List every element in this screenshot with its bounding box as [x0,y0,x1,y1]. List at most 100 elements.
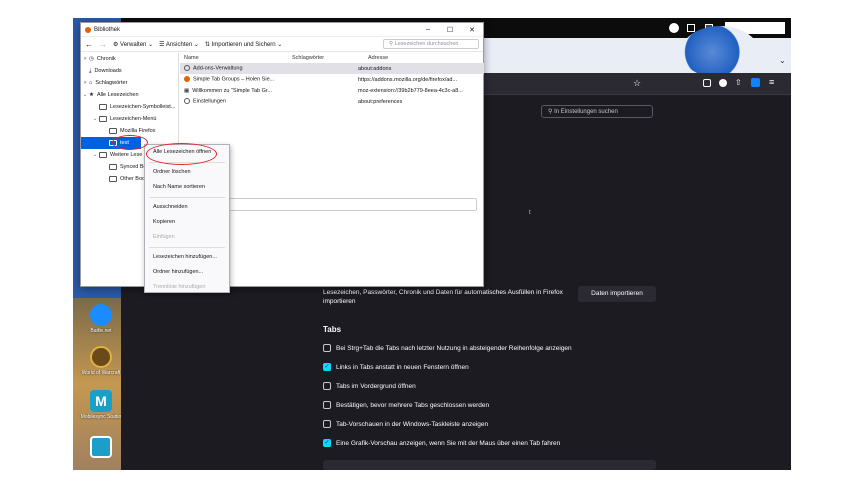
desktop-icon-battlenet[interactable]: Battle.net [77,304,125,334]
option-label: Tab-Vorschauen in der Windows-Taskleiste… [336,420,489,428]
menu-copy[interactable]: Kopieren [145,215,229,230]
option-hover-preview[interactable]: ✓ Eine Grafik-Vorschau anzeigen, wenn Sie… [323,437,560,449]
annotation-circle-open-all [146,143,217,165]
folder-icon [99,152,107,158]
column-address[interactable]: Adresse [354,55,480,61]
share-icon[interactable]: ⇧ [735,78,742,87]
tree-item-downloads[interactable]: ⤓ Downloads [81,65,178,77]
desktop-icon-app[interactable] [77,436,125,458]
tree-item-history[interactable]: > ◷ Chronik [81,53,178,65]
desktop-icon-label: World of Warcraft [81,370,121,376]
extension-icon[interactable] [719,79,727,87]
import-description: Lesezeichen, Passwörter, Chronik und Dat… [323,289,563,305]
row-name: Simple Tab Groups – Holen Sie... [193,76,275,83]
annotation-circle-test [112,135,148,150]
clock-icon: ◷ [89,56,94,62]
menu-delete-folder[interactable]: Ordner löschen [145,165,229,180]
desktop-icon-label: Battle.net [90,328,112,334]
folder-icon [109,176,117,182]
twisty[interactable]: > [81,80,89,86]
menu-folder-icon [99,116,107,122]
row-url: about:addons [358,65,392,72]
bookmark-star-icon[interactable]: ☆ [633,78,641,89]
addon-badge-icon[interactable] [751,78,760,87]
checkbox[interactable] [323,382,331,390]
twisty[interactable]: ⌄ [81,92,89,98]
library-toolbar: ← → ⚙ Verwalten ⌄ ☰ Ansichten ⌄ ⇅ Import… [81,37,483,52]
menu-icon[interactable]: ≡ [769,77,774,87]
settings-bottom-element [323,460,656,470]
table-row[interactable]: Add-ons-Verwaltung about:addons [180,63,484,74]
tree-item-all-bookmarks[interactable]: ⌄ ★ Alle Lesezeichen [81,89,178,101]
option-links-in-tabs[interactable]: ✓ Links in Tabs anstatt in neuen Fenstern… [323,361,469,373]
minimize-button[interactable]: – [417,26,439,34]
option-ctrl-tab[interactable]: Bei Strg+Tab die Tabs nach letzter Nutzu… [323,342,572,354]
import-data-button[interactable]: Daten importieren [578,286,656,302]
row-url: moz-extension://39b2b779-8eea-4c3c-a8... [358,87,463,94]
wow-icon [90,346,112,368]
tree-item-bookmarks-menu[interactable]: ⌄ Lesezeichen-Menü [81,113,178,125]
import-backup-menu[interactable]: ⇅ Importieren und Sichern ⌄ [205,41,282,48]
twisty[interactable]: ⌄ [91,116,99,122]
tab-overview-icon[interactable] [687,24,695,32]
tab-dropdown-icon[interactable]: ⌄ [779,56,786,65]
maximize-button[interactable]: ☐ [439,26,461,34]
twisty[interactable]: > [81,56,89,62]
option-label: Links in Tabs anstatt in neuen Fenstern … [336,363,469,371]
checkbox[interactable] [323,344,331,352]
tree-item-tags[interactable]: > ⌂ Schlagwörter [81,77,178,89]
column-name[interactable]: Name [180,55,278,61]
library-search-input[interactable]: ⚲ Lesezeichen durchsuchen [383,39,479,49]
forward-button[interactable]: → [99,40,107,49]
option-confirm-close[interactable]: Bestätigen, bevor mehrere Tabs geschloss… [323,399,489,411]
menu-add-folder[interactable]: Ordner hinzufügen... [145,265,229,280]
manage-menu[interactable]: ⚙ Verwalten ⌄ [113,41,153,48]
views-label: Ansichten [165,41,193,48]
close-button[interactable]: ✕ [461,26,483,34]
table-row[interactable]: Einstellungen about:preferences [180,96,484,107]
import-icon: ⇅ [204,41,212,48]
search-placeholder: Lesezeichen durchsuchen [394,41,459,47]
tree-label: Synced Bo [120,164,147,170]
checkbox[interactable] [323,401,331,409]
option-taskbar-previews[interactable]: Tab-Vorschauen in der Windows-Taskleiste… [323,418,488,430]
tree-item-bookmarks-toolbar[interactable]: Lesezeichen-Symbolleist... [81,101,178,113]
option-label: Tabs im Vordergrund öffnen [336,382,416,390]
gear-icon: ⚙ [113,41,121,48]
menu-separator [149,247,225,248]
partial-text: t [529,210,531,216]
views-menu[interactable]: ☰ Ansichten ⌄ [159,41,199,48]
desktop-icon-wow[interactable]: World of Warcraft [77,346,125,376]
account-icon[interactable] [669,23,679,33]
folder-icon [109,128,117,134]
checkbox[interactable] [323,420,331,428]
window-controls: – ☐ ✕ [417,26,483,34]
menu-cut[interactable]: Ausschneiden [145,200,229,215]
detail-name-field[interactable] [228,198,477,211]
desktop-icon-mobilesync[interactable]: M Mobilesync Studio [77,390,125,420]
table-row[interactable]: Simple Tab Groups – Holen Sie... https://… [180,74,484,85]
option-tabs-foreground[interactable]: Tabs im Vordergrund öffnen [323,380,416,392]
row-url: https://addons.mozilla.org/de/firefox/ad… [358,76,458,83]
back-button[interactable]: ← [85,40,93,49]
tabs-heading: Tabs [323,325,342,334]
views-icon: ☰ [159,41,166,48]
settings-search-input[interactable]: ⚲ In Einstellungen suchen [541,105,653,118]
context-menu: Alle Lesezeichen öffnen Ordner löschen N… [144,144,230,293]
puzzle-icon [184,65,190,72]
checkbox-checked[interactable]: ✓ [323,439,331,447]
menu-add-bookmark[interactable]: Lesezeichen hinzufügen... [145,250,229,265]
checkbox-checked[interactable]: ✓ [323,363,331,371]
gear-icon [184,98,190,105]
tree-label: Chronik [96,56,116,62]
library-title: Bibliothek [94,26,121,33]
twisty[interactable]: ⌄ [91,152,99,158]
table-row[interactable]: ▦ Willkommen zu "Simple Tab Gr... moz-exte… [180,85,484,96]
tree-label: Other Boo [120,176,146,182]
settings-search-placeholder: In Einstellungen suchen [554,109,618,115]
library-window: Bibliothek – ☐ ✕ ← → ⚙ Verwalten ⌄ ☰ Ans… [80,22,484,287]
menu-sort-by-name[interactable]: Nach Name sortieren [145,180,229,195]
row-url: about:preferences [358,98,403,105]
pocket-icon[interactable] [703,79,711,87]
column-tags[interactable]: Schlagwörter [278,55,354,61]
